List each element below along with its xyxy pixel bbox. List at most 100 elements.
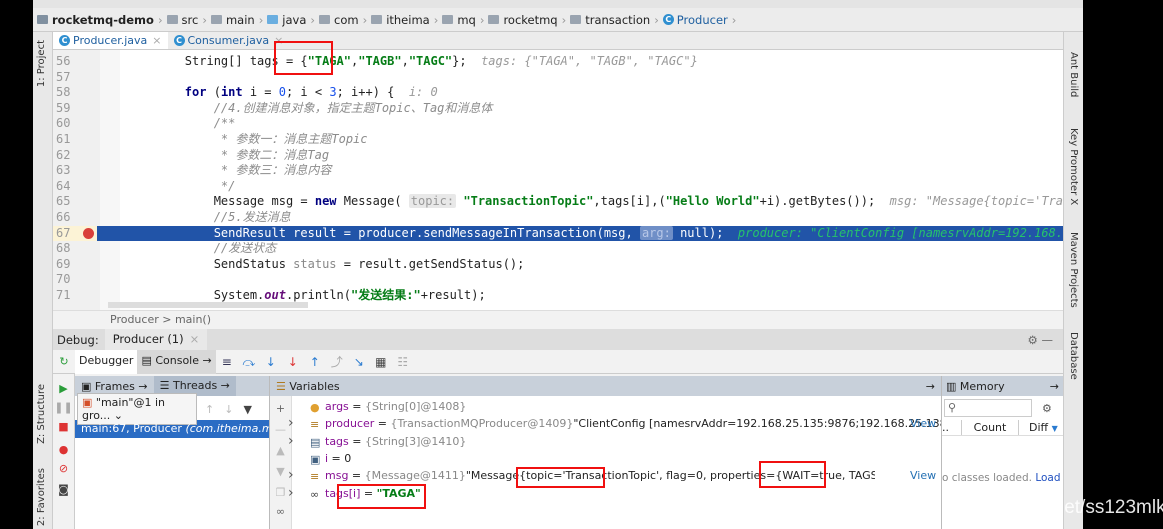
view-link[interactable]: View [910, 467, 936, 484]
close-icon[interactable]: × [274, 34, 283, 47]
variable-row[interactable]: ≡ msg = {Message@1411} "Message{topic='Tr… [310, 467, 936, 484]
code-line[interactable]: 56 String[] tags = {"TAGA","TAGB","TAGC"… [53, 54, 1063, 70]
diff-label: Diff [1029, 421, 1049, 434]
code-line[interactable]: 66 //5.发送消息 [53, 210, 1063, 226]
variable-value: "TAGA" [376, 486, 421, 500]
expand-arrow-icon[interactable]: › [288, 415, 294, 431]
editor-tabs: C Producer.java × C Consumer.java × [53, 32, 1063, 50]
trace-icon[interactable]: ☷ [395, 354, 411, 370]
code-line[interactable]: 67 SendResult result = producer.sendMess… [53, 225, 1063, 242]
pin-icon[interactable]: → [926, 380, 935, 393]
code-line[interactable]: 68 //发送状态 [53, 241, 1063, 257]
project-tool-button[interactable]: 1: Project [36, 40, 47, 87]
tab-consumer-java[interactable]: C Consumer.java × [168, 32, 290, 49]
code-token: +result); [420, 288, 486, 302]
database-tool-button[interactable]: Database [1068, 332, 1079, 380]
code-line[interactable]: 69 SendStatus status = result.getSendSta… [53, 257, 1063, 273]
breadcrumb-item[interactable]: main › [210, 12, 263, 27]
ant-build-tool-button[interactable]: Ant Build [1068, 52, 1079, 97]
code-line[interactable]: 62 * 参数二：消息Tag [53, 148, 1063, 164]
code-text: Message msg = new Message( topic: "Trans… [127, 194, 1063, 210]
variable-row[interactable]: ∞ tags[i] = "TAGA" [310, 485, 421, 502]
expand-arrow-icon[interactable]: › [288, 467, 294, 483]
view-link[interactable]: View [910, 415, 936, 432]
frames-tab[interactable]: ▣ Frames → [75, 380, 154, 393]
folder-icon [37, 15, 48, 24]
close-icon[interactable]: × [190, 332, 200, 346]
breakpoint-icon[interactable] [83, 227, 94, 239]
next-frame-icon[interactable]: ↓ [224, 403, 233, 416]
code-line[interactable]: 58 for (int i = 0; i < 3; i++) { i: 0 [53, 85, 1063, 101]
tab-producer-java[interactable]: C Producer.java × [53, 32, 168, 49]
breadcrumb-item[interactable]: transaction › [570, 13, 659, 27]
load-classes-link[interactable]: Load class [1035, 472, 1063, 484]
stack-frame-item[interactable]: main:67, Producer (com.itheima.mq.roc [75, 420, 269, 438]
horizontal-scrollbar[interactable] [108, 302, 308, 308]
close-icon[interactable]: × [152, 34, 161, 47]
code-line[interactable]: 65 Message msg = new Message( topic: "Tr… [53, 194, 1063, 210]
breadcrumb-item[interactable]: rocketmq-demo › [37, 13, 163, 27]
code-line[interactable]: 59 //4.创建消息对象，指定主题Topic、Tag和消息体 [53, 101, 1063, 117]
code-line[interactable]: 64 */ [53, 179, 1063, 195]
resume-icon[interactable]: ▶ [53, 382, 74, 395]
run-to-cursor-icon[interactable]: ↘ [351, 354, 367, 370]
expand-arrow-icon[interactable]: › [288, 433, 294, 449]
memory-icon: ▥ [946, 379, 957, 393]
diff-column-header[interactable]: Diff ▼ [1019, 420, 1058, 435]
breadcrumb-item[interactable]: java › [267, 13, 315, 27]
memory-search-input[interactable]: ⚲ [944, 399, 1032, 417]
breadcrumb-item[interactable]: C Producer › [662, 13, 736, 27]
variable-row[interactable]: ≡ producer = {TransactionMQProducer@1409}… [310, 415, 947, 432]
gear-icon[interactable]: ⚙ [1042, 402, 1052, 415]
code-token: "Hello World" [665, 194, 760, 209]
gear-icon[interactable]: ⚙ — [1028, 333, 1053, 347]
pause-icon[interactable]: ❚❚ [53, 401, 74, 414]
breadcrumb-item[interactable]: rocketmq › [488, 13, 566, 27]
breadcrumb-label: java [282, 12, 307, 27]
step-out-icon[interactable]: ↑ [307, 354, 323, 370]
session-label: Producer (1) [112, 332, 184, 346]
evaluate-expression-icon[interactable]: ▦ [373, 354, 389, 370]
add-watch-icon[interactable]: + [270, 402, 291, 415]
structure-tool-button[interactable]: Z: Structure [36, 384, 47, 444]
drop-frame-icon[interactable]: ⤴ [329, 354, 345, 370]
camera-icon[interactable]: ◙ [53, 483, 74, 496]
code-line[interactable]: 60 /** [53, 116, 1063, 132]
debugger-tab[interactable]: Debugger [75, 349, 138, 374]
expand-arrow-icon[interactable]: › [288, 485, 294, 501]
stop-icon[interactable]: ■ [53, 420, 74, 433]
pin-icon[interactable]: → [1050, 380, 1059, 393]
force-step-into-icon[interactable]: ↓ [285, 354, 301, 370]
watches-icon[interactable]: ∞ [270, 505, 291, 518]
rerun-icon[interactable]: ↻ [53, 355, 75, 368]
filter-icon[interactable]: ▼ [243, 403, 251, 416]
key-promoter-tool-button[interactable]: Key Promoter X [1068, 128, 1079, 205]
code-editor[interactable]: 56 String[] tags = {"TAGA","TAGB","TAGC"… [53, 50, 1063, 310]
mute-breakpoints-icon[interactable]: ⊘ [53, 462, 74, 475]
previous-frame-icon[interactable]: ↑ [205, 403, 214, 416]
favorites-tool-button[interactable]: 2: Favorites [36, 468, 47, 526]
breadcrumb-item[interactable]: mq › [442, 13, 484, 27]
debug-session-tab[interactable]: Producer (1) × [104, 329, 208, 350]
breadcrumb-label: main [225, 12, 255, 27]
view-breakpoints-icon[interactable]: ● [53, 443, 74, 456]
breadcrumb-item[interactable]: com › [319, 13, 367, 27]
variable-row[interactable]: ▤ tags = {String[3]@1410} [310, 433, 466, 450]
code-line[interactable]: 57 [53, 70, 1063, 86]
breadcrumb-item[interactable]: src › [166, 13, 207, 27]
step-into-icon[interactable]: ↓ [263, 354, 279, 370]
chevron-right-icon: › [654, 12, 659, 27]
code-line[interactable]: 70 [53, 272, 1063, 288]
breadcrumb-item[interactable]: itheima › [371, 13, 438, 27]
breadcrumb-label: transaction [585, 12, 651, 27]
code-token: String[] tags = { [127, 54, 308, 68]
count-column-header[interactable]: Count [962, 420, 1019, 435]
maven-tool-button[interactable]: Maven Projects [1068, 232, 1079, 308]
step-over-icon[interactable]: ⤼ [241, 354, 257, 370]
variable-row[interactable]: ● args = {String[0]@1408} [310, 398, 466, 415]
code-line[interactable]: 63 * 参数三：消息内容 [53, 163, 1063, 179]
show-execution-point-icon[interactable]: ≡ [219, 354, 235, 370]
code-line[interactable]: 61 * 参数一：消息主题Topic [53, 132, 1063, 148]
console-tab[interactable]: ▤ Console → [137, 349, 216, 374]
variable-row[interactable]: ▣ i = 0 [310, 450, 351, 467]
